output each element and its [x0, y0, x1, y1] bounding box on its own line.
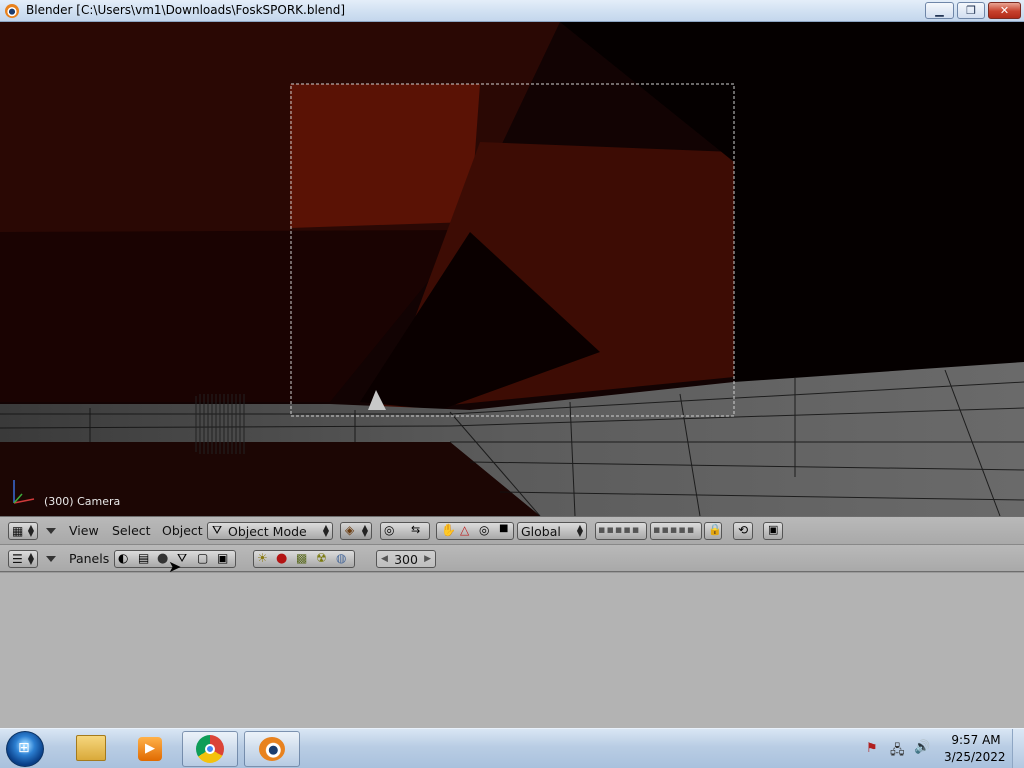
render-image-icon: ▣ — [768, 523, 779, 536]
orientation-label: Global — [521, 524, 561, 539]
menu-object[interactable]: Object — [162, 522, 203, 540]
taskbar-chrome[interactable] — [182, 731, 238, 767]
material-icon[interactable]: ● — [276, 551, 287, 566]
collapse-menu-icon[interactable] — [46, 556, 56, 562]
logic-context-icon[interactable]: ◐ — [118, 551, 128, 565]
render-preview-button[interactable]: ▣ — [763, 522, 783, 540]
hand-manipulator-icon[interactable]: ✋ — [441, 523, 456, 537]
network-icon[interactable]: 🖧 — [890, 741, 905, 763]
editor-type-selector[interactable]: ▦ ▲ ▼ — [8, 522, 38, 540]
updown-arrows-icon: ▲ ▼ — [27, 551, 34, 566]
rotate-icon[interactable]: ◎ — [479, 523, 489, 537]
folder-icon — [76, 735, 106, 761]
3d-view-header: ▦ ▲ ▼ View Select Object ⛛ Object Mode ▲ ▼… — [0, 516, 1024, 544]
window-title: Blender [C:\Users\vm1\Downloads\FoskSPOR… — [26, 3, 346, 17]
taskbar-blender[interactable] — [244, 731, 300, 767]
taskbar-clock-date[interactable]: 3/25/2022 — [944, 750, 1006, 764]
proportional-icon: ⟲ — [738, 523, 749, 537]
editing-context-icon[interactable]: ▢ — [197, 551, 208, 565]
blender-app-icon — [5, 4, 19, 18]
viewport-scene — [0, 22, 1024, 516]
volume-icon[interactable]: 🔊 — [914, 740, 930, 755]
frame-number-field[interactable]: ◀ 300 ▶ — [376, 550, 436, 568]
lamp-icon[interactable]: ☀ — [257, 551, 268, 565]
windows-logo-icon: ⊞ — [18, 740, 30, 756]
scene-context-icon[interactable]: ▣ — [217, 551, 228, 565]
menu-select[interactable]: Select — [112, 522, 151, 540]
orientation-selector[interactable]: Global ▲ ▼ — [517, 522, 587, 540]
script-context-icon[interactable]: ▤ — [138, 551, 149, 565]
layers-grid-icon: ▪▪▪▪▪ — [653, 523, 696, 536]
lock-icon: 🔒 — [708, 523, 722, 536]
texture-icon[interactable]: ▩ — [296, 551, 307, 565]
menu-view[interactable]: View — [69, 522, 99, 540]
proportional-edit-button[interactable]: ⟲ — [733, 522, 753, 540]
world-icon[interactable]: ◍ — [336, 551, 346, 565]
chrome-center-icon — [205, 744, 215, 754]
pivot-icon: ◎ — [384, 523, 395, 537]
mode-selector[interactable]: ⛛ Object Mode ▲ ▼ — [207, 522, 333, 540]
manipulator-buttons[interactable]: ✋ △ ◎ ■ — [436, 522, 514, 540]
buttons-window-panel-area[interactable] — [0, 572, 1024, 728]
translate-icon[interactable]: △ — [460, 523, 469, 537]
snap-icon: ⇆ — [411, 523, 421, 536]
orientation-updown-icon: ▲ ▼ — [576, 523, 583, 538]
maximize-button[interactable]: ❐ — [957, 2, 985, 19]
minimize-button[interactable]: ▁ — [925, 2, 954, 19]
mode-selector-label: Object Mode — [228, 524, 307, 539]
draw-type-icon: ◈ — [345, 523, 355, 537]
close-button[interactable]: ✕ — [988, 2, 1021, 19]
panels-menu[interactable]: Panels — [69, 550, 109, 568]
object-mode-icon: ⛛ — [212, 523, 223, 537]
viewport-camera-label: (300) Camera — [44, 495, 121, 508]
grid-icon: ▦ — [12, 524, 24, 538]
3d-viewport[interactable]: (300) Camera — [0, 22, 1024, 516]
draw-type-selector[interactable]: ◈ ▲ ▼ — [340, 522, 372, 540]
layer-buttons-2[interactable]: ▪▪▪▪▪ — [650, 522, 702, 540]
buttons-window-header: ☰ ▲ ▼ Panels ◐ ▤ ● ⛛ ▢ ▣ ☀ ● ▩ ☢ ◍ ◀ 300 … — [0, 544, 1024, 576]
layers-grid-icon: ▪▪▪▪▪ — [598, 523, 641, 536]
blender-icon — [259, 737, 285, 761]
taskbar-media-player[interactable]: ▶ — [122, 731, 178, 767]
pivot-selector[interactable]: ◎ ⇆ — [380, 522, 430, 540]
start-button[interactable]: ⊞ — [6, 731, 44, 767]
shading-context-icon[interactable]: ● — [157, 551, 168, 566]
taskbar-clock-time[interactable]: 9:57 AM — [948, 733, 1004, 747]
frame-increment-icon[interactable]: ▶ — [424, 551, 431, 568]
action-center-flag-icon[interactable]: ⚑ — [866, 741, 878, 756]
windows-taskbar: ⊞ ▶ ⚑ 🖧 🔊 — [0, 728, 1024, 768]
media-player-icon: ▶ — [138, 737, 162, 761]
collapse-menu-icon[interactable] — [46, 528, 56, 534]
taskbar-explorer[interactable] — [62, 731, 118, 767]
lock-layers-button[interactable]: 🔒 — [704, 522, 722, 540]
buttons-window-icon: ☰ — [12, 552, 23, 566]
show-desktop-button[interactable] — [1012, 729, 1024, 768]
updown-arrows-icon: ▲ ▼ — [27, 523, 34, 538]
mode-updown-icon: ▲ ▼ — [322, 523, 329, 538]
layer-buttons-1[interactable]: ▪▪▪▪▪ — [595, 522, 647, 540]
radiosity-icon[interactable]: ☢ — [316, 551, 327, 565]
shading-subcontext-buttons[interactable]: ☀ ● ▩ ☢ ◍ — [253, 550, 355, 568]
drawtype-updown-icon: ▲ ▼ — [361, 523, 368, 538]
window-titlebar[interactable]: Blender [C:\Users\vm1\Downloads\FoskSPOR… — [0, 0, 1024, 22]
scale-icon[interactable]: ■ — [499, 523, 508, 534]
buttons-editor-type-selector[interactable]: ☰ ▲ ▼ — [8, 550, 38, 568]
